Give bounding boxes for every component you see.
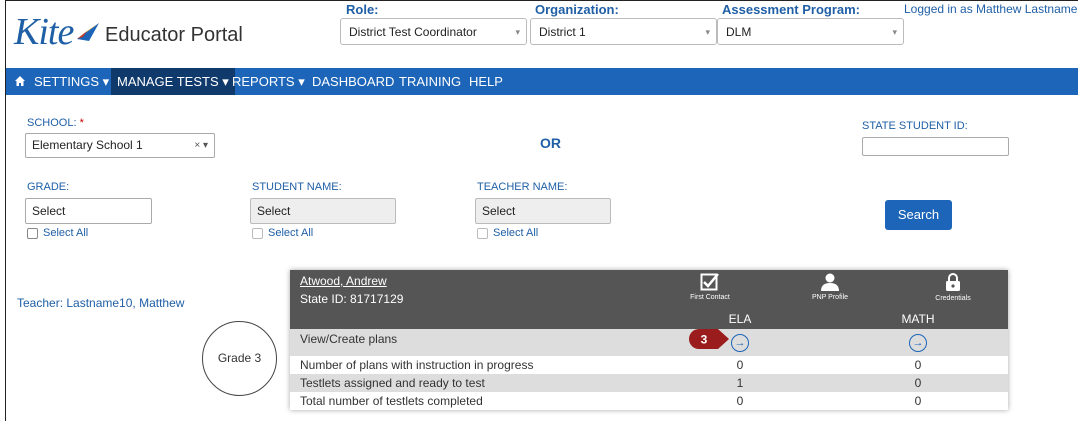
checkbox-icon[interactable] <box>252 227 263 239</box>
teacher-name-select[interactable]: Select <box>475 198 611 224</box>
role-select[interactable]: District Test Coordinator ▾ <box>340 18 527 45</box>
teacher-name-value: Select <box>482 204 516 218</box>
ela-value: 0 <box>736 358 744 372</box>
role-label: Role: <box>346 2 379 17</box>
math-value: 0 <box>914 358 922 372</box>
portal-title: Educator Portal <box>105 24 243 46</box>
pnp-profile-button[interactable]: PNP Profile <box>795 273 865 301</box>
state-id-label: STATE STUDENT ID: <box>862 120 968 132</box>
logo-text: Kite <box>14 11 74 53</box>
student-name-label: STUDENT NAME: <box>252 181 342 193</box>
first-contact-button[interactable]: First Contact <box>675 273 745 301</box>
student-panel-header: Atwood, Andrew State ID: 81717129 First … <box>290 270 1008 329</box>
callout-badge: 3 <box>689 329 729 349</box>
nav-help[interactable]: HELP <box>469 68 503 95</box>
column-ela: ELA <box>728 312 752 326</box>
teacher-name: Teacher: Lastname10, Matthew <box>17 296 185 310</box>
grade-bubble: Grade 3 <box>202 321 277 396</box>
person-icon <box>821 273 839 291</box>
row-label: Number of plans with instruction in prog… <box>300 358 534 372</box>
table-row: Number of plans with instruction in prog… <box>290 356 1008 374</box>
credentials-button[interactable]: Credentials <box>918 273 988 302</box>
row-label: Total number of testlets completed <box>300 394 483 408</box>
program-select[interactable]: DLM ▾ <box>717 18 904 45</box>
required-marker: * <box>79 117 84 129</box>
organization-label: Organization: <box>535 2 619 17</box>
nav-settings[interactable]: SETTINGS ▾ <box>34 68 109 95</box>
school-value: Elementary School 1 <box>32 138 143 152</box>
ela-value: 1 <box>736 376 744 390</box>
kite-logo[interactable]: Kite <box>14 10 101 54</box>
ela-value: 0 <box>736 394 744 408</box>
or-divider: OR <box>540 135 561 151</box>
checkbox-icon[interactable] <box>477 227 488 239</box>
chevron-down-icon: ▾ <box>892 27 897 37</box>
nav-training[interactable]: TRAINING <box>399 68 461 95</box>
view-create-plans-row: View/Create plans → → <box>290 329 1008 356</box>
teacher-name-label: TEACHER NAME: <box>477 181 568 193</box>
clear-icon[interactable]: × ▾ <box>194 134 208 157</box>
organization-select[interactable]: District 1 ▾ <box>530 18 717 45</box>
school-select[interactable]: Elementary School 1 × ▾ <box>25 133 215 158</box>
arrow-circle-icon[interactable]: → <box>731 334 749 352</box>
callout-number: 3 <box>701 333 708 347</box>
table-row: Testlets assigned and ready to test 1 0 <box>290 374 1008 392</box>
home-icon[interactable] <box>14 75 26 87</box>
arrow-circle-icon[interactable]: → <box>909 334 927 352</box>
student-name-link[interactable]: Atwood, Andrew <box>300 274 387 288</box>
student-name-value: Select <box>257 204 291 218</box>
student-name-select[interactable]: Select <box>250 198 396 224</box>
table-row: Total number of testlets completed 0 0 <box>290 392 1008 410</box>
lock-icon <box>946 273 960 291</box>
chevron-down-icon: ▾ <box>705 27 710 37</box>
grade-select-all[interactable]: Select All <box>27 227 88 239</box>
student-select-all[interactable]: Select All <box>252 227 313 239</box>
row-label: Testlets assigned and ready to test <box>300 376 485 390</box>
chevron-down-icon: ▾ <box>515 27 520 37</box>
program-label: Assessment Program: <box>722 2 860 17</box>
organization-value: District 1 <box>539 25 586 39</box>
nav-reports[interactable]: REPORTS ▾ <box>232 68 305 95</box>
checkbox-icon[interactable] <box>27 227 38 239</box>
student-state-id: State ID: 81717129 <box>300 292 404 306</box>
school-label: SCHOOL: * <box>27 117 84 129</box>
role-value: District Test Coordinator <box>349 25 477 39</box>
grade-label: GRADE: <box>27 181 70 193</box>
math-value: 0 <box>914 394 922 408</box>
checkbox-icon <box>700 273 719 291</box>
main-nav: SETTINGS ▾ MANAGE TESTS ▾ REPORTS ▾ DASH… <box>6 68 1078 95</box>
grade-select[interactable]: Select <box>25 198 152 224</box>
nav-dashboard[interactable]: DASHBOARD <box>312 68 394 95</box>
logged-in-user[interactable]: Logged in as Matthew Lastname10 <box>904 2 1078 16</box>
nav-manage-tests[interactable]: MANAGE TESTS ▾ <box>111 68 235 95</box>
teacher-select-all[interactable]: Select All <box>477 227 538 239</box>
math-value: 0 <box>914 376 922 390</box>
kite-icon <box>77 23 100 41</box>
view-create-plans-label: View/Create plans <box>300 332 398 346</box>
program-value: DLM <box>726 25 752 39</box>
column-math: MATH <box>901 312 935 326</box>
state-id-input[interactable] <box>862 137 1009 156</box>
student-panel: Atwood, Andrew State ID: 81717129 First … <box>290 270 1008 410</box>
grade-value: Select <box>32 204 66 218</box>
search-button[interactable]: Search <box>885 200 952 230</box>
